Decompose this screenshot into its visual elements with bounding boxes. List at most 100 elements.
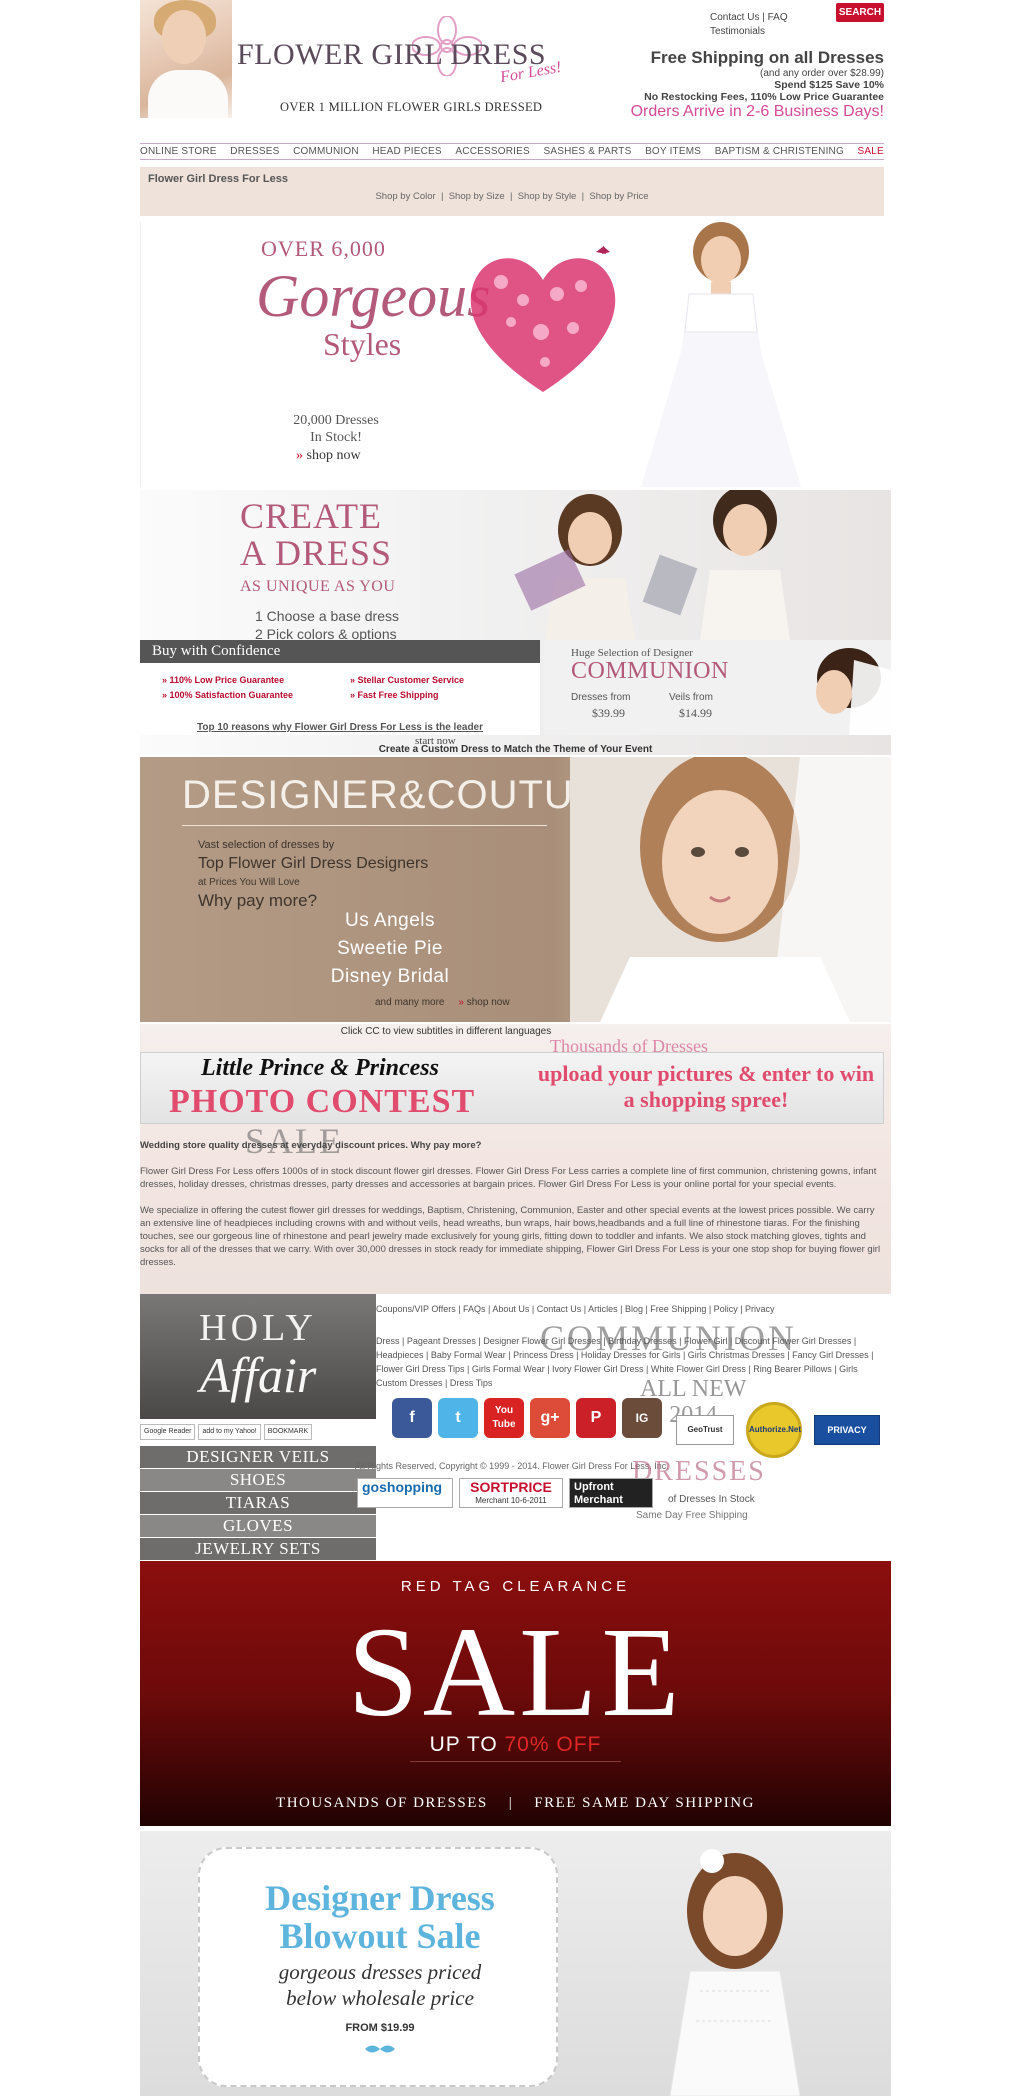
brand-disney-bridal[interactable]: Disney Bridal — [280, 963, 500, 991]
blowout-line2: Blowout Sale — [279, 1916, 481, 1956]
shipping-promo: Free Shipping on all Dresses (and any or… — [631, 48, 884, 121]
shop-by-size-link[interactable]: Shop by Size — [449, 191, 505, 202]
menu-tiaras[interactable]: TIARAS — [140, 1492, 376, 1514]
veils-from-label: Veils from — [669, 692, 713, 703]
stock-line1: 20,000 Dresses — [293, 413, 379, 428]
faq-link[interactable]: FAQ — [768, 12, 788, 23]
dresses-from-label: Dresses from — [571, 692, 631, 703]
add-to-yahoo-button[interactable]: add to my Yahoo! — [198, 1424, 261, 1440]
flower-heart-icon — [470, 246, 616, 392]
contest-title: PHOTO CONTEST — [169, 1083, 476, 1120]
sortprice-badge[interactable]: SORTPRICE Merchant 10-6-2011 — [459, 1478, 563, 1508]
photo-contest-banner[interactable]: Little Prince & Princess PHOTO CONTEST u… — [140, 1052, 884, 1124]
brand-sweetie-pie[interactable]: Sweetie Pie — [280, 935, 500, 963]
sortprice-sub: Merchant 10-6-2011 — [475, 1496, 547, 1505]
create-line2: A DRESS — [240, 533, 393, 573]
blowout-card: Designer Dress Blowout Sale gorgeous dre… — [198, 1847, 558, 2087]
veils-from-price: $14.99 — [679, 706, 712, 720]
nav-accessories[interactable]: ACCESSORIES — [455, 146, 529, 157]
nav-sashes[interactable]: SASHES & PARTS — [543, 146, 631, 157]
shop-by-links: Shop by Color | Shop by Size | Shop by S… — [375, 191, 649, 202]
contact-us-link[interactable]: Contact Us — [710, 12, 759, 23]
red-arrow-icon: » — [350, 690, 358, 700]
girl-lace-dress-photo — [669, 1849, 801, 2096]
communion-girl-photo — [816, 648, 891, 735]
nav-boy-items[interactable]: BOY ITEMS — [645, 146, 701, 157]
bookmark-button[interactable]: BOOKMARK — [263, 1424, 313, 1440]
goshopping-badge[interactable]: goshopping — [357, 1478, 453, 1508]
menu-jewelry-sets[interactable]: JEWELRY SETS — [140, 1538, 376, 1560]
youtube-icon[interactable]: You Tube — [484, 1398, 524, 1438]
designer-shop-now-link[interactable]: shop now — [467, 997, 510, 1008]
menu-gloves[interactable]: GLOVES — [140, 1515, 376, 1537]
authorize-net-seal[interactable]: Authorize.Net — [746, 1402, 802, 1458]
promo-guarantee: No Restocking Fees, 110% Low Price Guara… — [644, 91, 884, 103]
red-arrow-icon: » — [162, 690, 170, 700]
designer-blowout-banner[interactable]: Designer Dress Blowout Sale gorgeous dre… — [140, 1831, 891, 2096]
twitter-icon[interactable]: t — [438, 1398, 478, 1438]
nav-communion[interactable]: COMMUNION — [293, 146, 359, 157]
nav-online-store[interactable]: ONLINE STORE — [140, 146, 217, 157]
testimonials-link[interactable]: Testimonials — [710, 26, 765, 37]
about-text: Wedding store quality dresses at everyda… — [140, 1139, 884, 1282]
google-plus-icon[interactable]: g+ — [530, 1398, 570, 1438]
banner-styles: Styles — [323, 326, 402, 362]
banner-gorgeous: Gorgeous — [256, 263, 491, 329]
sale-discount: UP TO 70% OFF — [140, 1733, 891, 1757]
guarantee-service-label: Stellar Customer Service — [357, 675, 465, 685]
google-reader-button[interactable]: Google Reader — [140, 1424, 196, 1440]
facebook-icon[interactable]: f — [392, 1398, 432, 1438]
banner-create-dress[interactable]: CREATE A DRESS AS UNIQUE AS YOU 1 Choose… — [140, 490, 891, 755]
shop-by-style-link[interactable]: Shop by Style — [518, 191, 577, 202]
photo-dress — [148, 70, 228, 118]
nav-dresses[interactable]: DRESSES — [230, 146, 279, 157]
footer-links-secondary[interactable]: Dress | Pageant Dresses | Designer Flowe… — [376, 1334, 884, 1390]
search-button[interactable]: SEARCH — [836, 3, 884, 22]
custom-dress-caption: Create a Custom Dress to Match the Theme… — [378, 744, 653, 755]
footer-links-primary[interactable]: Coupons/VIP Offers | FAQs | About Us | C… — [376, 1304, 884, 1314]
guarantee-satisfaction-label: 100% Satisfaction Guarantee — [169, 690, 294, 700]
communion-title: COMMUNION — [571, 658, 729, 684]
social-icons: f t You Tube g+ P IG — [392, 1398, 662, 1438]
banner-gorgeous-styles[interactable]: OVER 6,000 Gorgeous Styles 20,000 Dresse… — [140, 222, 884, 487]
privacy-seal[interactable]: PRIVACY — [814, 1415, 880, 1445]
red-tag-sale-banner[interactable]: RED TAG CLEARANCE SALE UP TO 70% OFF THO… — [140, 1561, 891, 1826]
menu-shoes[interactable]: SHOES — [140, 1469, 376, 1491]
brand-us-angels[interactable]: Us Angels — [280, 907, 500, 935]
menu-designer-veils[interactable]: DESIGNER VEILS — [140, 1446, 376, 1468]
contest-prince-princess: Little Prince & Princess — [201, 1055, 439, 1081]
designer-brands: Us Angels Sweetie Pie Disney Bridal — [280, 907, 500, 991]
upfront-badge[interactable]: Upfront Merchant — [569, 1478, 653, 1508]
copyright-text: All Rights Reserved, Copyright © 1999 - … — [355, 1461, 669, 1471]
blowout-line4: below wholesale price — [286, 1986, 474, 2010]
red-arrow-icon: » — [162, 675, 170, 685]
about-question: Wedding store quality dresses at everyda… — [140, 1140, 482, 1151]
strip-title: Flower Girl Dress For Less — [148, 173, 288, 185]
unique-subtitle: AS UNIQUE AS YOU — [240, 578, 396, 595]
holy-affair-logo[interactable]: HOLY Affair — [140, 1294, 376, 1419]
nav-head-pieces[interactable]: HEAD PIECES — [372, 146, 441, 157]
vast-selection: Vast selection of dresses by — [198, 839, 335, 851]
top10-reasons-link[interactable]: Top 10 reasons why Flower Girl Dress For… — [140, 722, 540, 733]
banner-designer-couture[interactable]: DESIGNER&COUTURE Vast selection of dress… — [140, 757, 891, 1022]
nav-baptism[interactable]: BAPTISM & CHRISTENING — [715, 146, 844, 157]
shop-by-color-link[interactable]: Shop by Color — [375, 191, 435, 202]
sortprice-name: SORTPRICE — [470, 1479, 552, 1495]
geotrust-seal[interactable]: GeoTrust — [676, 1415, 734, 1445]
banner-photo-contest[interactable]: Click CC to view subtitles in different … — [140, 1024, 891, 1294]
sale-title: SALE — [347, 1601, 684, 1743]
holy-line1: HOLY — [199, 1307, 317, 1349]
pinterest-icon[interactable]: P — [576, 1398, 616, 1438]
shop-by-price-link[interactable]: Shop by Price — [589, 191, 648, 202]
stock-line2: In Stock! — [310, 430, 362, 445]
main-nav: ONLINE STORE DRESSES COMMUNION HEAD PIEC… — [140, 143, 884, 160]
instagram-icon[interactable]: IG — [622, 1398, 662, 1438]
nav-sale[interactable]: SALE — [858, 146, 884, 157]
site-logo[interactable]: FLOWER GIRL DRESS — [237, 38, 546, 72]
guarantee-shipping-label: Fast Free Shipping — [357, 690, 439, 700]
promo-free-shipping: Free Shipping on all Dresses — [650, 48, 884, 67]
communion-promo[interactable]: Huge Selection of Designer COMMUNION Dre… — [544, 640, 891, 735]
two-girls-photo — [514, 490, 790, 640]
shop-now-link[interactable]: » shop now — [296, 448, 361, 464]
contest-upload-text: upload your pictures & enter to win a sh… — [537, 1061, 875, 1112]
